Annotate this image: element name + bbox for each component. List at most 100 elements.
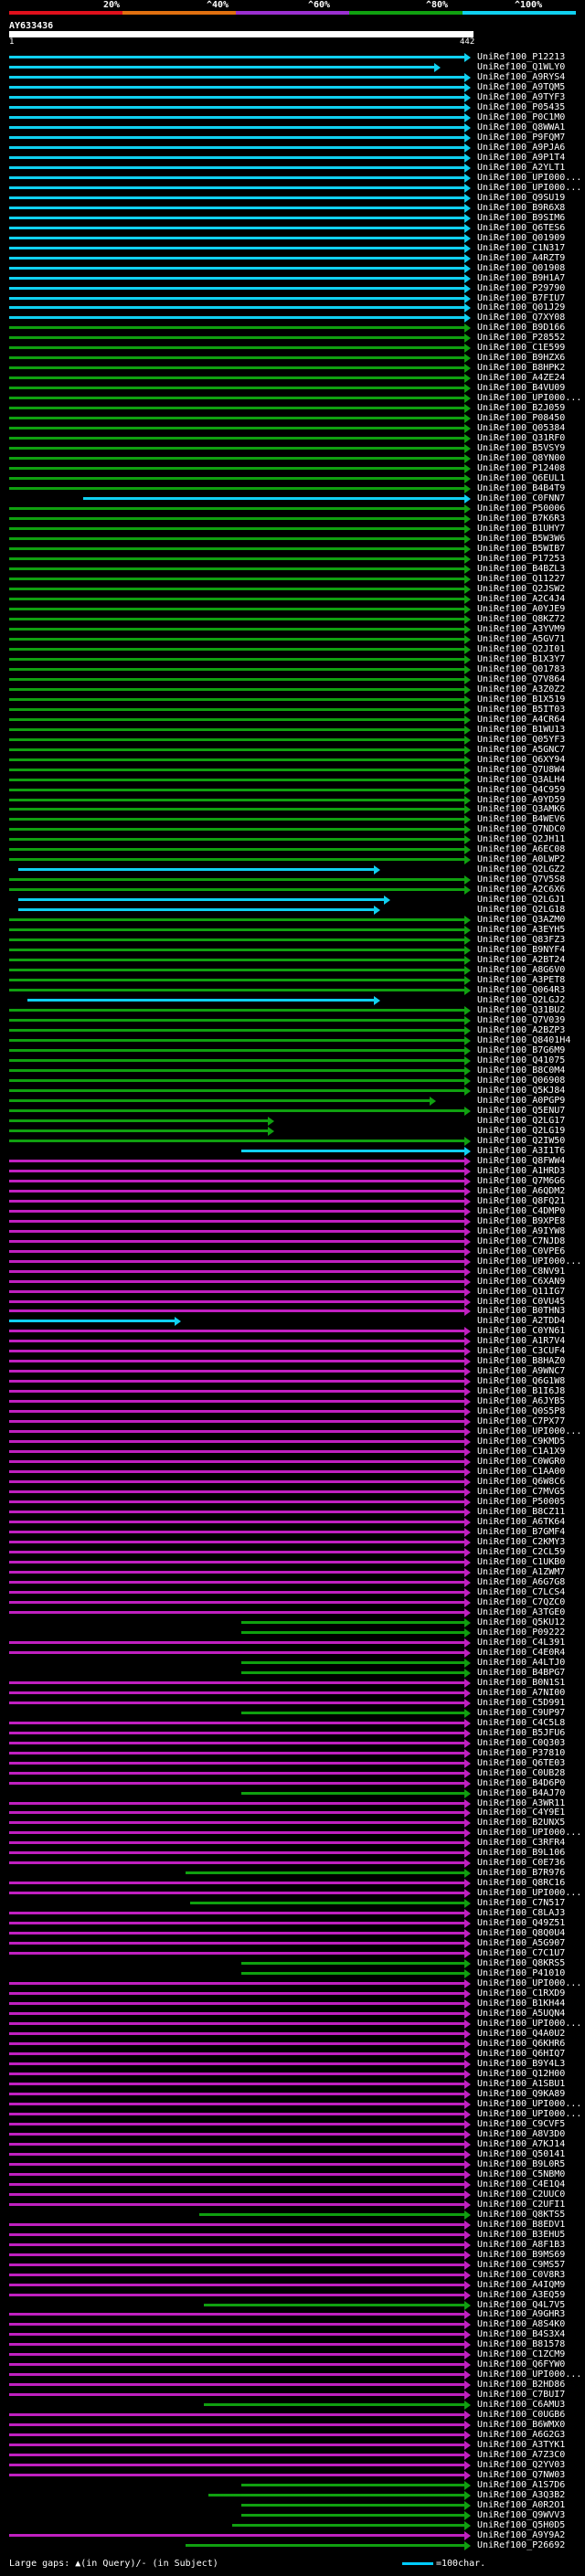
hit-id-label[interactable]: UniRef100_A9Y9A2 [477, 2530, 565, 2540]
hit-id-label[interactable]: UniRef100_A2C4J4 [477, 594, 565, 604]
hit-id-label[interactable]: UniRef100_Q3AZM0 [477, 915, 565, 925]
hit-row[interactable]: UniRef100_A8S4K0 [0, 2319, 585, 2330]
hit-id-label[interactable]: UniRef100_A7Z3C0 [477, 2450, 565, 2460]
hit-row[interactable]: UniRef100_A6EC08 [0, 844, 585, 855]
hit-id-label[interactable]: UniRef100_A2BZP3 [477, 1025, 565, 1035]
hit-row[interactable]: UniRef100_A1S7D6 [0, 2480, 585, 2491]
hit-row[interactable]: UniRef100_A6QDM2 [0, 1186, 585, 1196]
hit-id-label[interactable]: UniRef100_A1HRD3 [477, 1166, 565, 1176]
hit-id-label[interactable]: UniRef100_A0R2O1 [477, 2500, 565, 2510]
hit-row[interactable]: UniRef100_UPI000... [0, 173, 585, 183]
hit-row[interactable]: UniRef100_C6AMU3 [0, 2400, 585, 2411]
hit-id-label[interactable]: UniRef100_Q2LG18 [477, 905, 565, 915]
hit-id-label[interactable]: UniRef100_Q3AMK6 [477, 804, 565, 814]
hit-row[interactable]: UniRef100_C5D991 [0, 1698, 585, 1708]
hit-id-label[interactable]: UniRef100_C5NBM0 [477, 2169, 565, 2179]
hit-row[interactable]: UniRef100_C9KMD5 [0, 1436, 585, 1447]
hit-id-label[interactable]: UniRef100_B5JFU6 [477, 1728, 565, 1738]
hit-id-label[interactable]: UniRef100_B8CZ11 [477, 1507, 565, 1517]
hit-id-label[interactable]: UniRef100_Q2JSW2 [477, 584, 565, 594]
hit-row[interactable]: UniRef100_A5UQN4 [0, 2009, 585, 2019]
hit-id-label[interactable]: UniRef100_B1X519 [477, 694, 565, 705]
hit-row[interactable]: UniRef100_A3TYK1 [0, 2440, 585, 2451]
hit-id-label[interactable]: UniRef100_B9MS69 [477, 2250, 565, 2260]
hit-row[interactable]: UniRef100_A2C4J4 [0, 594, 585, 604]
hit-id-label[interactable]: UniRef100_Q8KZ72 [477, 614, 565, 624]
hit-id-label[interactable]: UniRef100_C7MVG5 [477, 1487, 565, 1497]
hit-id-label[interactable]: UniRef100_Q2JI01 [477, 644, 565, 654]
hit-id-label[interactable]: UniRef100_A3Q3B2 [477, 2490, 565, 2500]
hit-id-label[interactable]: UniRef100_A1ZWM7 [477, 1567, 565, 1577]
hit-id-label[interactable]: UniRef100_B9SIM6 [477, 213, 565, 223]
hit-id-label[interactable]: UniRef100_B5IT03 [477, 705, 565, 715]
hit-row[interactable]: UniRef100_P0C1M0 [0, 112, 585, 122]
hit-id-label[interactable]: UniRef100_A6G2G3 [477, 2430, 565, 2440]
hit-row[interactable]: UniRef100_Q6TES6 [0, 223, 585, 233]
hit-row[interactable]: UniRef100_C5NBM0 [0, 2169, 585, 2179]
hit-id-label[interactable]: UniRef100_A1R7V4 [477, 1336, 565, 1346]
hit-id-label[interactable]: UniRef100_Q6TE03 [477, 1758, 565, 1768]
hit-row[interactable]: UniRef100_A9IYW8 [0, 1226, 585, 1236]
hit-id-label[interactable]: UniRef100_A9TQM5 [477, 82, 565, 92]
hit-row[interactable]: UniRef100_A8F1B3 [0, 2240, 585, 2250]
hit-id-label[interactable]: UniRef100_Q2LG19 [477, 1126, 565, 1136]
hit-row[interactable]: UniRef100_UPI000... [0, 1828, 585, 1839]
hit-row[interactable]: UniRef100_C9UP97 [0, 1708, 585, 1718]
hit-id-label[interactable]: UniRef100_Q9SU19 [477, 193, 565, 203]
hit-row[interactable]: UniRef100_C1A1X9 [0, 1447, 585, 1458]
hit-row[interactable]: UniRef100_A0R2O1 [0, 2500, 585, 2511]
hit-id-label[interactable]: UniRef100_P0C1M0 [477, 112, 565, 122]
hit-id-label[interactable]: UniRef100_A4ZE24 [477, 373, 565, 383]
hit-row[interactable]: UniRef100_Q2JSW2 [0, 584, 585, 594]
hit-id-label[interactable]: UniRef100_A4LTJ0 [477, 1658, 565, 1668]
hit-id-label[interactable]: UniRef100_B7FIU7 [477, 293, 565, 303]
hit-id-label[interactable]: UniRef100_C6AMU3 [477, 2400, 565, 2410]
hit-row[interactable]: UniRef100_P28552 [0, 333, 585, 344]
hit-id-label[interactable]: UniRef100_B8HPK2 [477, 363, 565, 373]
hit-id-label[interactable]: UniRef100_Q3ALH4 [477, 775, 565, 785]
hit-row[interactable]: UniRef100_A4CR64 [0, 715, 585, 725]
hit-row[interactable]: UniRef100_A0PGP9 [0, 1096, 585, 1106]
hit-id-label[interactable]: UniRef100_Q7V5S8 [477, 875, 565, 885]
hit-row[interactable]: UniRef100_B1X3Y7 [0, 654, 585, 664]
hit-id-label[interactable]: UniRef100_Q01J29 [477, 302, 565, 313]
hit-id-label[interactable]: UniRef100_Q6EUL1 [477, 473, 565, 483]
hit-row[interactable]: UniRef100_UPI000... [0, 393, 585, 404]
hit-row[interactable]: UniRef100_Q3AZM0 [0, 915, 585, 926]
hit-row[interactable]: UniRef100_B81578 [0, 2339, 585, 2350]
hit-id-label[interactable]: UniRef100_B4AJ70 [477, 1788, 565, 1798]
hit-row[interactable]: UniRef100_Q5KU12 [0, 1617, 585, 1627]
hit-id-label[interactable]: UniRef100_A5GV71 [477, 634, 565, 644]
hit-row[interactable]: UniRef100_Q8KTS5 [0, 2210, 585, 2220]
hit-id-label[interactable]: UniRef100_C2UFI1 [477, 2200, 565, 2210]
hit-row[interactable]: UniRef100_B3EHU5 [0, 2230, 585, 2240]
hit-id-label[interactable]: UniRef100_B9Y4L3 [477, 2059, 565, 2069]
hit-row[interactable]: UniRef100_C0V8R3 [0, 2270, 585, 2280]
hit-row[interactable]: UniRef100_B9L106 [0, 1848, 585, 1859]
hit-id-label[interactable]: UniRef100_P09222 [477, 1627, 565, 1638]
hit-row[interactable]: UniRef100_C7LCS4 [0, 1587, 585, 1597]
hit-id-label[interactable]: UniRef100_Q12H00 [477, 2069, 565, 2079]
hit-row[interactable]: UniRef100_P41010 [0, 1968, 585, 1979]
hit-row[interactable]: UniRef100_P05435 [0, 102, 585, 112]
hit-id-label[interactable]: UniRef100_C4DMP0 [477, 1206, 565, 1216]
hit-id-label[interactable]: UniRef100_B4VU09 [477, 383, 565, 393]
hit-row[interactable]: UniRef100_A9GHR3 [0, 2309, 585, 2320]
hit-row[interactable]: UniRef100_Q6EUL1 [0, 473, 585, 484]
hit-row[interactable]: UniRef100_Q11227 [0, 574, 585, 584]
hit-id-label[interactable]: UniRef100_C0WGR0 [477, 1457, 565, 1467]
hit-row[interactable]: UniRef100_B5WIB7 [0, 544, 585, 555]
hit-id-label[interactable]: UniRef100_C0V8R3 [477, 2270, 565, 2280]
hit-id-label[interactable]: UniRef100_Q6TES6 [477, 223, 565, 233]
hit-row[interactable]: UniRef100_Q9SU19 [0, 193, 585, 203]
hit-row[interactable]: UniRef100_Q7M6G6 [0, 1176, 585, 1186]
hit-row[interactable]: UniRef100_A3I1T6 [0, 1146, 585, 1156]
hit-id-label[interactable]: UniRef100_B4WEV6 [477, 814, 565, 824]
hit-id-label[interactable]: UniRef100_B7K6R3 [477, 514, 565, 524]
hit-row[interactable]: UniRef100_B4BPG7 [0, 1668, 585, 1678]
hit-row[interactable]: UniRef100_Q0S5P8 [0, 1406, 585, 1417]
hit-id-label[interactable]: UniRef100_B9H1A7 [477, 273, 565, 283]
hit-row[interactable]: UniRef100_Q49Z51 [0, 1918, 585, 1929]
hit-id-label[interactable]: UniRef100_C1E599 [477, 343, 565, 353]
hit-row[interactable]: UniRef100_A0LWP2 [0, 854, 585, 865]
